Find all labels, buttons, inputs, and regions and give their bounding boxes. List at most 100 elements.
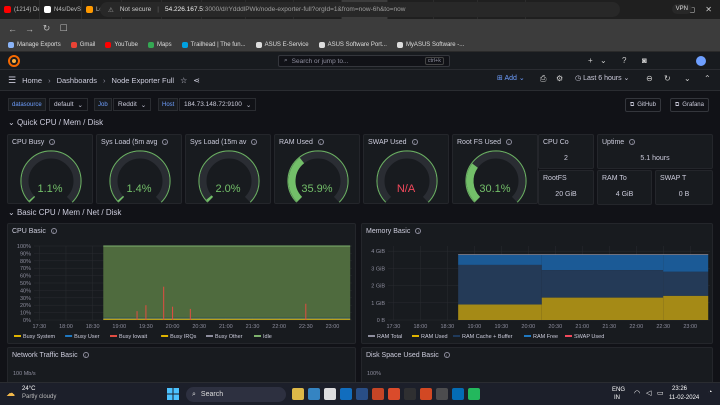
- security-label: Not secure: [119, 6, 152, 13]
- news-icon[interactable]: ◙: [642, 56, 647, 65]
- battery-icon[interactable]: ▭: [657, 389, 664, 397]
- reload-icon[interactable]: ↻: [42, 23, 51, 34]
- disk-space-panel: Disk Space Used Basic i 100%: [361, 347, 713, 387]
- bookmark-item[interactable]: YouTube: [105, 41, 138, 48]
- bookmark-favicon-icon: [255, 41, 262, 48]
- legend-label: Busy User: [74, 334, 100, 340]
- clock-time[interactable]: 23:26: [672, 386, 687, 392]
- grafana-logo-icon[interactable]: [8, 55, 20, 67]
- share-icon[interactable]: ⋖: [193, 76, 200, 85]
- y-tick-label: 100 Mb/s: [13, 371, 36, 377]
- taskbar-app-icon[interactable]: [452, 388, 464, 400]
- bookmark-icon[interactable]: ☐: [59, 23, 68, 34]
- legend-swatch: [453, 335, 460, 337]
- help-icon[interactable]: ?: [622, 56, 626, 65]
- taskbar-app-icon[interactable]: [388, 388, 400, 400]
- row-basic[interactable]: ⌄ Basic CPU / Mem / Net / Disk: [8, 208, 121, 217]
- browser-tab[interactable]: N4s/DevSe: [40, 0, 82, 19]
- volume-icon[interactable]: ◁: [646, 389, 651, 397]
- back-icon[interactable]: ←: [8, 24, 17, 34]
- stat-panel: SWAP T 0 B: [655, 170, 713, 205]
- gauge-value: 1.4%: [126, 183, 152, 195]
- panel-title: Disk Space Used Basic i: [366, 352, 450, 359]
- stat-panel: RootFS 20 GiB: [538, 170, 594, 205]
- gauge-value: 30.1%: [479, 183, 511, 195]
- x-tick-label: 17:30: [32, 324, 46, 330]
- gauge-panel: Sys Load (5m avg i 1.4%: [96, 134, 182, 204]
- browser-tab[interactable]: (1214) Dev: [0, 0, 40, 19]
- taskbar-app-icon[interactable]: [372, 388, 384, 400]
- url-field[interactable]: ⚠ Not secure | 54.226.167.5:3000/d/rYddd…: [100, 2, 620, 17]
- star-icon[interactable]: ☆: [180, 76, 187, 85]
- menu-icon[interactable]: ☰: [8, 75, 16, 86]
- github-link[interactable]: ⧉ GitHub: [625, 98, 661, 112]
- save-icon[interactable]: ⎙: [540, 74, 546, 84]
- forward-icon[interactable]: →: [25, 24, 34, 34]
- taskbar-app-icon[interactable]: [468, 388, 480, 400]
- bookmark-item[interactable]: Trailhead | The fun...: [181, 41, 246, 48]
- taskbar-app-icon[interactable]: [420, 388, 432, 400]
- taskbar-search[interactable]: ⌕ Search: [186, 387, 286, 402]
- wifi-icon[interactable]: ◠: [634, 389, 640, 397]
- memory-basic-chart[interactable]: 0 B 1 GiB 2 GiB 3 GiB 4 GiB 17:30 18:00 18:30 19…: [362, 224, 714, 345]
- zoom-out-icon[interactable]: ⊖: [646, 74, 653, 83]
- windows-start-icon[interactable]: [167, 388, 179, 400]
- gauge-value: N/A: [396, 183, 416, 195]
- var-select-host[interactable]: 184.73.148.72:9100 ⌄: [179, 98, 257, 111]
- grafana-link[interactable]: ⧉ Grafana: [670, 98, 709, 112]
- panel-title: Network Traffic Basic i: [12, 352, 89, 359]
- settings-icon[interactable]: ⚙: [556, 74, 563, 83]
- x-tick-label: 20:00: [521, 324, 535, 330]
- close-window-icon[interactable]: ✕: [705, 5, 712, 14]
- bookmarks-bar: Manage Exports Gmail YouTube Maps Trailhead …: [0, 38, 720, 52]
- bookmark-item[interactable]: ASUS Software Port...: [318, 41, 387, 48]
- bookmark-item[interactable]: Gmail: [70, 41, 95, 48]
- taskbar-app-icon[interactable]: [292, 388, 304, 400]
- bookmark-favicon-icon: [105, 41, 112, 48]
- stat-value: 20 GiB: [555, 191, 577, 198]
- tab-favicon-icon: [44, 6, 51, 13]
- collapse-icon[interactable]: ⌃: [704, 74, 711, 83]
- external-link-icon: ⧉: [675, 101, 680, 108]
- bookmark-item[interactable]: Manage Exports: [8, 41, 61, 48]
- x-tick-label: 22:00: [629, 324, 643, 330]
- var-select-datasource[interactable]: default ⌄: [49, 98, 88, 111]
- time-range-picker[interactable]: ◷ Last 6 hours ⌄: [575, 74, 629, 82]
- var-select-job[interactable]: Reddit ⌄: [113, 98, 152, 111]
- bookmark-item[interactable]: ASUS E-Service: [255, 41, 309, 48]
- refresh-icon[interactable]: ↻: [664, 74, 671, 83]
- memory-basic-panel: Memory Basic i 0 B1 GiB 2 GiB 3 GiB 4 GiB 17:…: [361, 223, 713, 344]
- add-button[interactable]: ⊞ Add ⌄: [497, 74, 525, 82]
- stat-panel: CPU Co 2: [538, 134, 594, 169]
- weather-desc[interactable]: Partly cloudy: [22, 394, 56, 400]
- var-label-host: Host: [158, 98, 179, 111]
- taskbar-app-icon[interactable]: [356, 388, 368, 400]
- cpu-basic-chart[interactable]: 0%10% 20%30% 40%50%60% 70%80% 90%100% 17:30 18…: [8, 224, 357, 345]
- search-input[interactable]: ⌕ Search or jump to... ctrl+k: [278, 55, 450, 67]
- taskbar-app-icon[interactable]: [436, 388, 448, 400]
- breadcrumb-dashboard-title[interactable]: Node Exporter Full: [112, 76, 175, 85]
- region[interactable]: IN: [614, 395, 620, 401]
- avatar[interactable]: [696, 56, 706, 66]
- taskbar-app-icon[interactable]: [340, 388, 352, 400]
- x-tick-label: 20:30: [548, 324, 562, 330]
- plus-icon[interactable]: +: [588, 56, 593, 65]
- lang[interactable]: ENG: [612, 387, 625, 393]
- taskbar-app-icon[interactable]: [324, 388, 336, 400]
- clock-date[interactable]: 11-02-2024: [669, 395, 699, 401]
- taskbar-app-icon[interactable]: [404, 388, 416, 400]
- bookmark-item[interactable]: Maps: [147, 41, 172, 48]
- chevron-down-icon[interactable]: ⌄: [600, 56, 607, 65]
- taskbar-app-icon[interactable]: [308, 388, 320, 400]
- breadcrumb-dashboards[interactable]: Dashboards: [57, 76, 97, 85]
- breadcrumb-home[interactable]: Home: [22, 76, 42, 85]
- chevron-down-icon[interactable]: ⌄: [684, 74, 691, 83]
- legend-label: RAM Total: [377, 334, 402, 340]
- x-tick-label: 21:00: [219, 324, 233, 330]
- notification-icon[interactable]: ◔: [708, 389, 712, 396]
- vpn-button[interactable]: VPN: [671, 4, 692, 14]
- row-quick[interactable]: ⌄ Quick CPU / Mem / Disk: [8, 118, 103, 127]
- bookmark-item[interactable]: MyASUS Software -...: [396, 41, 464, 48]
- weather-icon[interactable]: ☁: [6, 388, 15, 399]
- weather-temp[interactable]: 24°C: [22, 386, 35, 392]
